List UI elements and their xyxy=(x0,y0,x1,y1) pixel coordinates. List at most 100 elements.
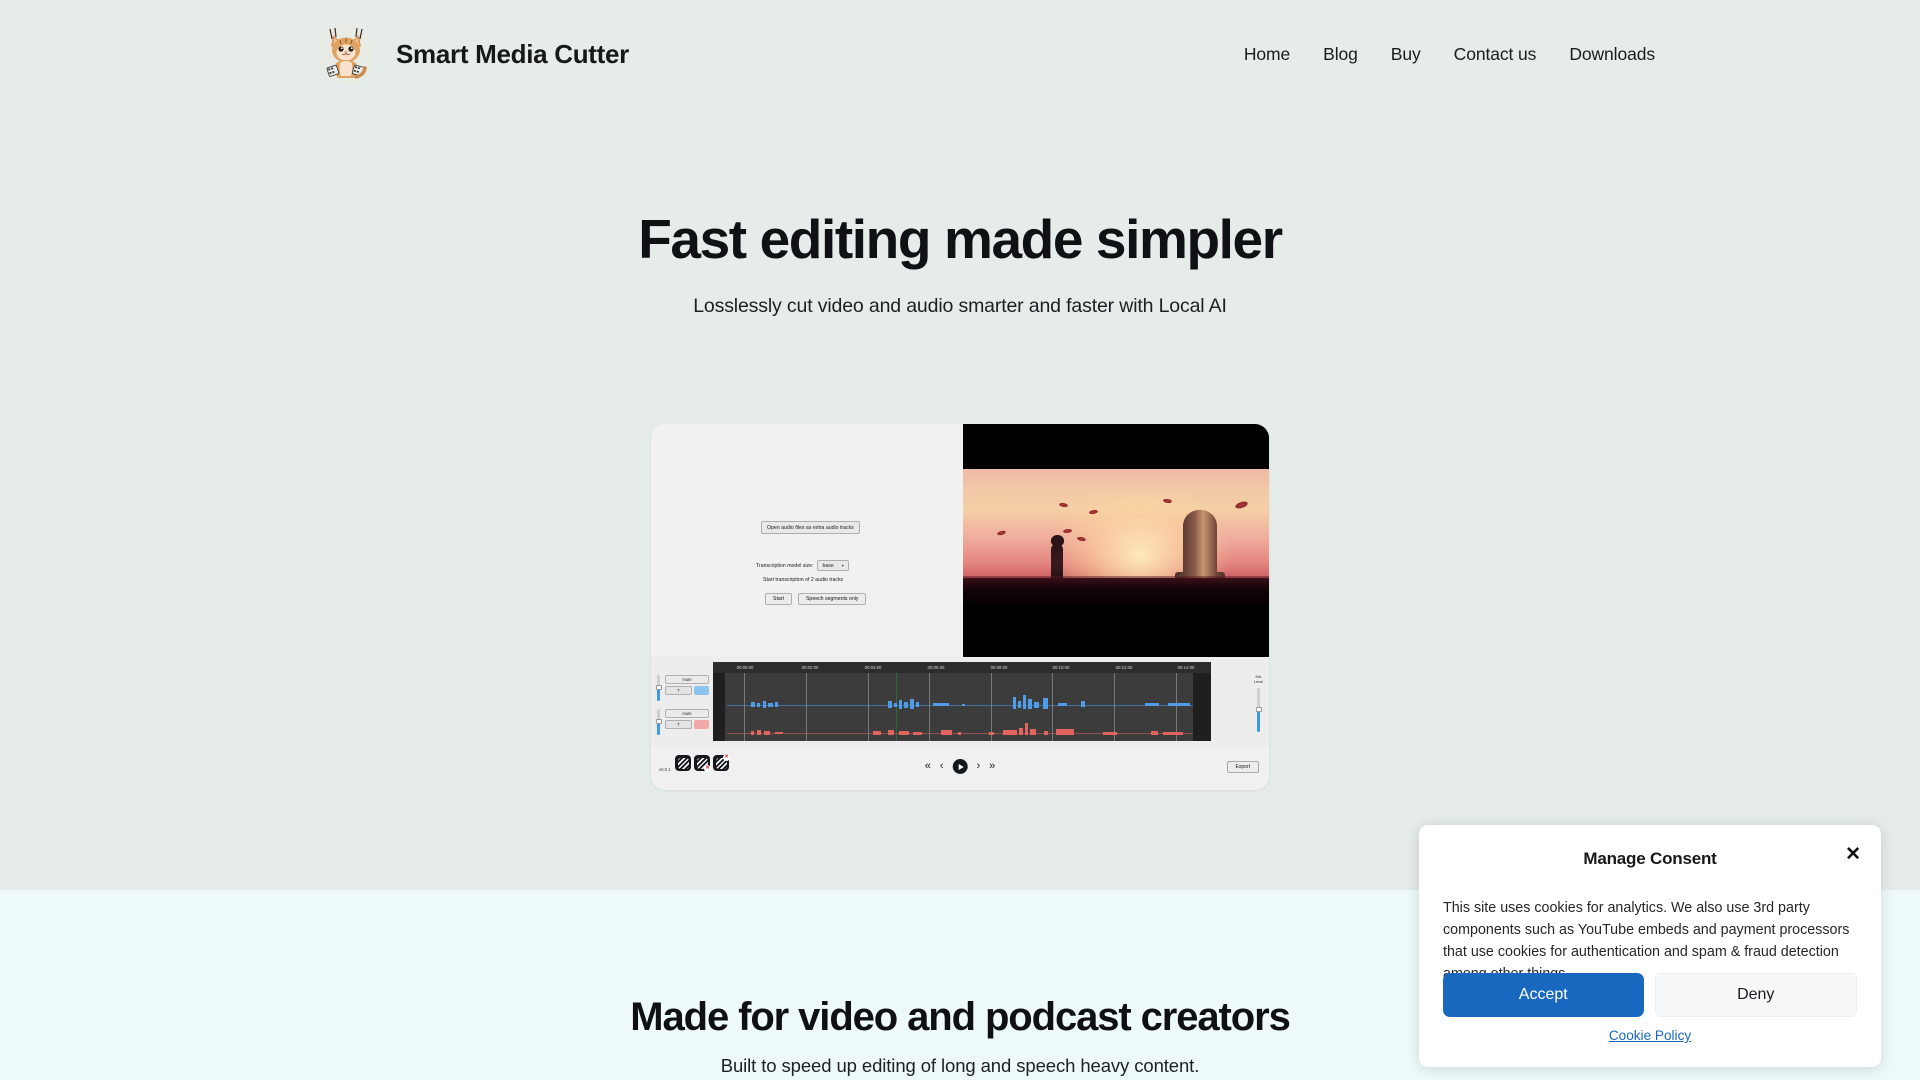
waveform-peak xyxy=(1081,701,1085,707)
play-icon[interactable] xyxy=(952,759,968,774)
brand-logo-link[interactable]: Smart Media Cutter xyxy=(318,23,629,85)
step-forward-icon[interactable]: › xyxy=(977,761,981,772)
timeline-tick: 00:10:00 xyxy=(1052,665,1070,670)
waveform-peak xyxy=(1056,729,1074,735)
export-button[interactable]: Export xyxy=(1226,761,1259,773)
timeline-tick: 00:08:00 xyxy=(990,665,1008,670)
track-row-secondary: T xyxy=(665,720,709,729)
mix-level-label: Mix Level xyxy=(1253,674,1264,684)
timeline-divider xyxy=(1114,673,1115,741)
hero-subtitle: Losslessly cut video and audio smarter a… xyxy=(693,295,1227,317)
timeline-tracks[interactable] xyxy=(713,673,1211,741)
bird-icon xyxy=(1234,500,1249,510)
timeline-divider xyxy=(868,673,869,741)
model-size-label: Transcription model size: xyxy=(756,562,814,569)
deny-button[interactable]: Deny xyxy=(1654,973,1857,1017)
waveform-peak xyxy=(764,731,770,735)
main-navigation: Home Blog Buy Contact us Downloads xyxy=(1244,44,1655,65)
waveform-peak xyxy=(910,699,914,709)
track-header-1: mute T xyxy=(655,673,711,703)
waveform-peak xyxy=(1028,699,1032,709)
nav-item-buy[interactable]: Buy xyxy=(1391,44,1421,65)
chevron-down-icon: ▾ xyxy=(841,563,844,568)
timeline-left-gutter xyxy=(713,673,725,741)
skip-back-icon[interactable]: « xyxy=(925,761,931,772)
track-color-swatch[interactable] xyxy=(694,686,709,695)
timeline-divider xyxy=(1052,673,1053,741)
mix-level-knob[interactable] xyxy=(1255,706,1262,712)
waveform-peak xyxy=(1044,731,1048,735)
timeline-divider xyxy=(744,673,745,741)
film-strip-icon[interactable] xyxy=(675,755,691,771)
statue-silhouette xyxy=(1183,510,1217,582)
waveform-peak xyxy=(916,702,919,707)
app-bottom-toolbar: v0.0.1 ✕ ✕ « ‹ › » Export xyxy=(651,747,1269,790)
track-volume-slider[interactable] xyxy=(655,709,662,735)
nav-item-blog[interactable]: Blog xyxy=(1323,44,1358,65)
bird-icon xyxy=(996,529,1007,537)
accept-button[interactable]: Accept xyxy=(1443,973,1644,1017)
film-strip-delete-icon[interactable]: ✕ xyxy=(713,754,730,771)
character-silhouette xyxy=(1051,544,1063,580)
waveform-peak xyxy=(888,701,892,708)
waveform-peak xyxy=(768,703,773,707)
waveform-peak xyxy=(933,703,949,706)
nav-item-downloads[interactable]: Downloads xyxy=(1569,44,1655,65)
waveform-peak xyxy=(1151,731,1158,735)
timeline-tick: 00:06:00 xyxy=(927,665,945,670)
waveform-peak xyxy=(775,732,783,734)
speech-segments-only-button[interactable]: Speech segments only xyxy=(797,593,867,605)
timeline-right-gutter xyxy=(1193,673,1211,741)
track-mute-button[interactable]: mute xyxy=(665,709,709,718)
track-t-button[interactable]: T xyxy=(665,720,692,729)
waveform-peak xyxy=(757,703,760,707)
character-head xyxy=(1051,535,1064,546)
open-audio-files-button[interactable]: Open audio files as extra audio tracks xyxy=(761,521,860,534)
track-t-button[interactable]: T xyxy=(665,686,692,695)
nav-item-contact-us[interactable]: Contact us xyxy=(1454,44,1537,65)
track-color-swatch[interactable] xyxy=(694,720,709,729)
track-mute-button[interactable]: mute xyxy=(665,675,709,684)
timeline-area: mute T mute T 00:00:00 00:02:00 00:04:00… xyxy=(651,657,1269,747)
waveform-peak xyxy=(989,732,994,735)
waveform-baseline xyxy=(727,705,1193,706)
timeline-divider xyxy=(991,673,992,741)
track-volume-knob[interactable] xyxy=(655,685,662,690)
waveform-peak xyxy=(888,730,894,735)
close-icon[interactable]: ✕ xyxy=(1845,845,1861,864)
hero-title: Fast editing made simpler xyxy=(638,208,1283,270)
model-size-select[interactable]: base ▾ xyxy=(817,560,849,571)
track-volume-knob[interactable] xyxy=(655,719,662,724)
waveform-peak xyxy=(1023,695,1026,709)
step-back-icon[interactable]: ‹ xyxy=(940,761,944,772)
app-control-panel: Open audio files as extra audio tracks T… xyxy=(651,424,963,657)
waveform-peak xyxy=(1043,698,1048,709)
waveform-peak xyxy=(1003,730,1017,735)
site-header: Smart Media Cutter Home Blog Buy Contact… xyxy=(0,0,1920,108)
brand-name: Smart Media Cutter xyxy=(396,38,629,69)
waveform-peak xyxy=(763,701,766,708)
timeline-tick: 00:14:00 xyxy=(1177,665,1195,670)
edit-tool-icons: ✕ ✕ xyxy=(675,754,730,772)
play-triangle xyxy=(958,763,964,770)
track-volume-slider[interactable] xyxy=(655,675,662,701)
waveform-peak xyxy=(962,704,965,706)
skip-forward-icon[interactable]: » xyxy=(989,761,995,772)
track-headers: mute T mute T xyxy=(651,673,713,741)
waveform-peak xyxy=(1019,728,1023,735)
timeline-playhead[interactable] xyxy=(896,673,897,741)
waveform-peak xyxy=(899,700,902,709)
timeline-ruler[interactable]: 00:00:00 00:02:00 00:04:00 00:06:00 00:0… xyxy=(713,662,1211,673)
mix-level-control[interactable]: Mix Level xyxy=(1251,674,1266,732)
app-screenshot: Open audio files as extra audio tracks T… xyxy=(651,424,1269,790)
video-preview[interactable] xyxy=(963,424,1269,657)
nav-item-home[interactable]: Home xyxy=(1244,44,1290,65)
cookie-policy-link[interactable]: Cookie Policy xyxy=(1419,1028,1881,1043)
film-strip-cut-icon[interactable]: ✕ xyxy=(694,755,711,772)
start-transcription-button[interactable]: Start xyxy=(765,593,792,605)
lynx-mascot-logo-icon xyxy=(318,23,374,85)
timeline-tick: 00:04:00 xyxy=(864,665,882,670)
waveform-peak xyxy=(1034,702,1039,708)
mix-level-slider[interactable] xyxy=(1255,687,1262,732)
transcription-buttons: Start Speech segments only xyxy=(765,593,867,605)
